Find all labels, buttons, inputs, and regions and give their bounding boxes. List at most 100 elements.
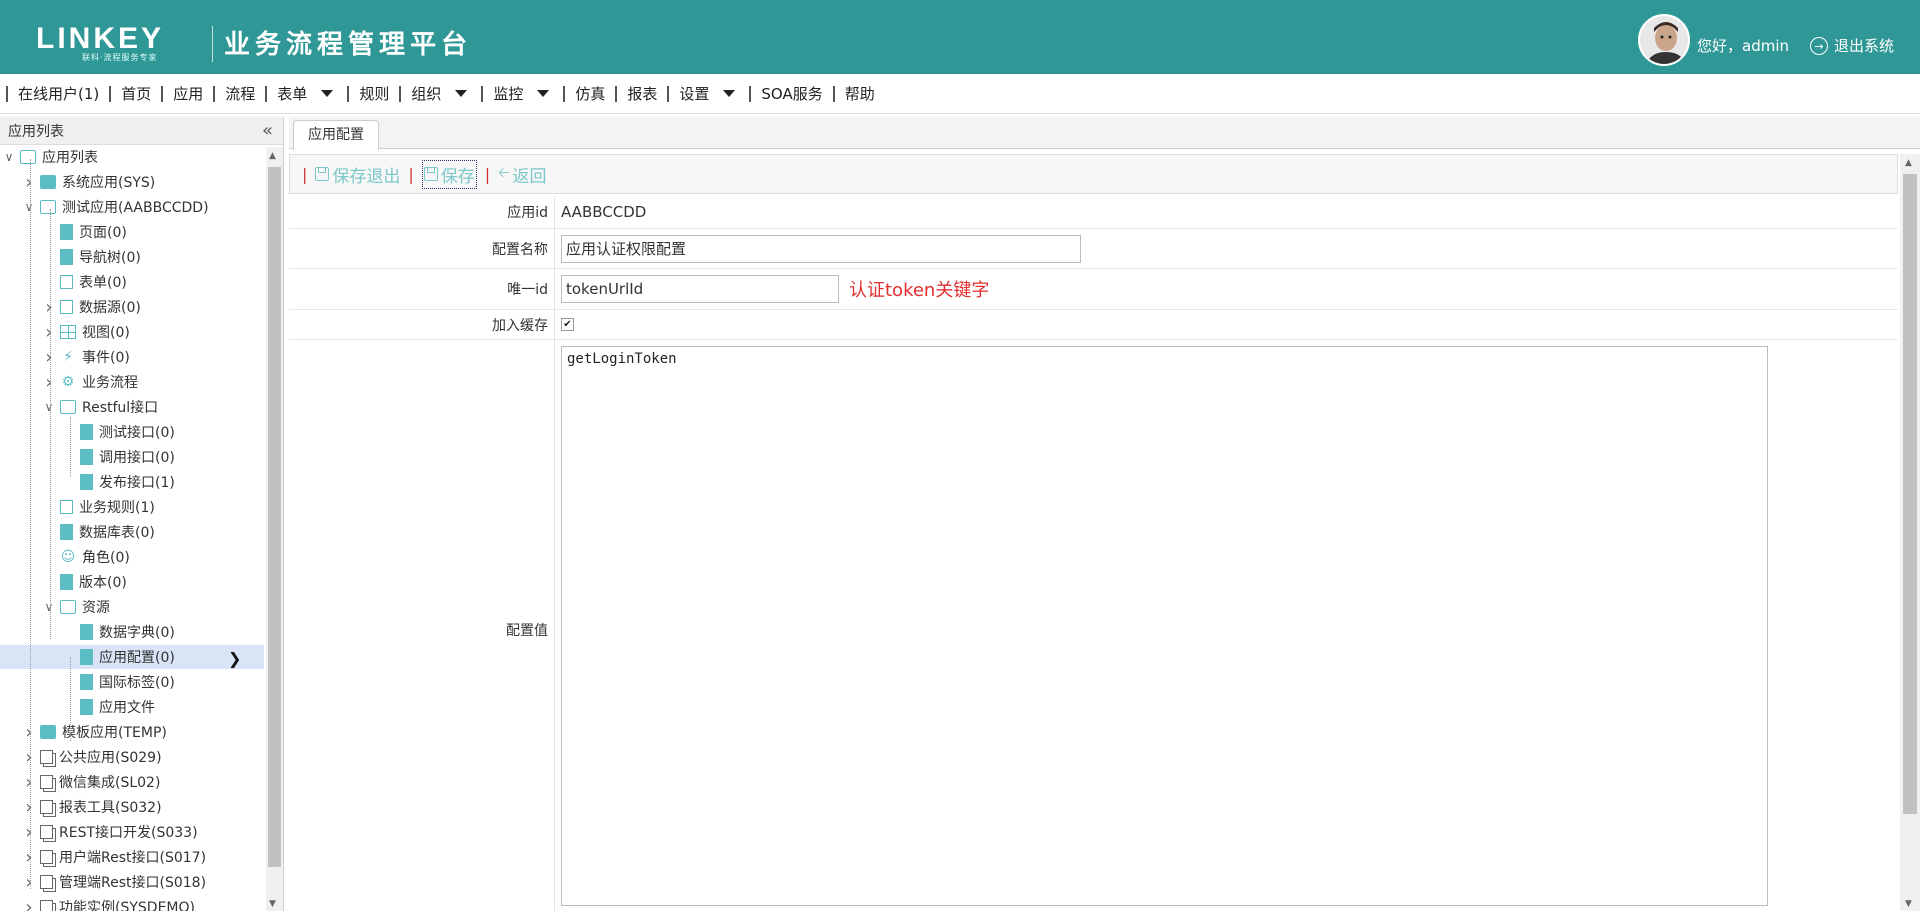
unique-id-input[interactable] (561, 275, 839, 303)
scrollbar-thumb[interactable] (268, 167, 281, 867)
tree-node[interactable]: 数据库表(0) (42, 520, 155, 544)
main-content: 应用配置 | 保存退出 | 保存 | 🡠 返回 应用id AABBCCDD 配置… (289, 117, 1920, 911)
menu-soa[interactable]: SOA服务 (749, 85, 832, 102)
menu-settings[interactable]: 设置 (667, 85, 749, 102)
menu-simulation[interactable]: 仿真 (563, 85, 615, 102)
back-button[interactable]: 🡠 返回 (498, 162, 546, 187)
tree-node[interactable]: › ⚡ 事件(0) (42, 345, 129, 369)
cache-checkbox[interactable]: ✔ (561, 318, 574, 331)
app-id-label: 应用id (289, 196, 555, 228)
logout-button[interactable]: → 退出系统 (1810, 35, 1894, 57)
chevron-right-icon[interactable]: › (22, 897, 36, 911)
chevron-right-icon[interactable]: › (22, 797, 36, 818)
chevron-right-icon[interactable]: › (22, 822, 36, 843)
row-config-name: 配置名称 (289, 229, 1898, 269)
tree-node[interactable]: ∨ 资源 (42, 595, 110, 619)
scroll-up-icon[interactable]: ▲ (269, 151, 276, 161)
tree-node[interactable]: 应用配置(0) ❯ (0, 645, 264, 669)
row-cache: 加入缓存 ✔ (289, 310, 1898, 340)
tree-node[interactable]: › 功能实例(SYSDEMO) (22, 895, 195, 911)
logout-label: 退出系统 (1834, 37, 1895, 55)
chevron-right-icon[interactable]: › (22, 172, 36, 193)
tree-node[interactable]: 导航树(0) (42, 245, 141, 269)
tree-node[interactable]: 应用文件 (62, 695, 155, 719)
menu-org[interactable]: 组织 (399, 85, 481, 102)
chevron-down-icon[interactable]: ∨ (42, 400, 56, 414)
folder-open-icon (40, 200, 56, 214)
tree-node-label: 资源 (82, 600, 110, 616)
tree-node-label: 数据字典(0) (99, 625, 175, 641)
sidebar-header: 应用列表 « (0, 117, 283, 145)
tree-node[interactable]: 国际标签(0) (62, 670, 175, 694)
tree-node-label: 国际标签(0) (99, 675, 175, 691)
chevron-right-icon[interactable]: › (42, 297, 56, 318)
tree-node[interactable]: 表单(0) (42, 270, 127, 294)
chevron-right-icon[interactable]: › (22, 872, 36, 893)
save-button[interactable]: 保存 (421, 159, 477, 189)
tree-node[interactable]: ∨ 应用列表 (2, 147, 98, 169)
scroll-up-icon[interactable]: ▲ (1905, 158, 1912, 168)
app-id-value: AABBCCDD (561, 203, 647, 221)
chevron-down-icon[interactable]: ∨ (2, 150, 16, 164)
tree-node[interactable]: › 模板应用(TEMP) (22, 720, 166, 744)
tree-node[interactable]: › 管理端Rest接口(S018) (22, 870, 206, 894)
avatar[interactable] (1638, 14, 1690, 66)
sidebar-scrollbar[interactable]: ▲ ▼ (266, 147, 283, 911)
tree-node[interactable]: › 用户端Rest接口(S017) (22, 845, 206, 869)
tree-node-label: 页面(0) (79, 225, 127, 241)
config-value-textarea[interactable]: getLoginToken (561, 346, 1768, 906)
menu-reports[interactable]: 报表 (615, 85, 667, 102)
tree-guide-line (50, 209, 51, 639)
content-scrollbar[interactable]: ▲ ▼ (1900, 154, 1920, 911)
collapse-double-left-icon[interactable]: « (262, 120, 273, 141)
chevron-right-icon[interactable]: › (22, 772, 36, 793)
scrollbar-thumb[interactable] (1903, 174, 1917, 814)
tree-node[interactable]: ∨ Restful接口 (42, 395, 158, 419)
chevron-right-icon[interactable]: › (22, 847, 36, 868)
tree-node[interactable]: › REST接口开发(S033) (22, 820, 197, 844)
folder-icon (40, 175, 56, 189)
chevron-down-icon[interactable]: ∨ (42, 600, 56, 614)
tree-node[interactable]: ☺ 角色(0) (42, 545, 130, 569)
tree-node[interactable]: › ⚙ 业务流程 (42, 370, 138, 394)
menu-label: 监控 (493, 84, 524, 103)
tree-node[interactable]: › 公共应用(S029) (22, 745, 161, 769)
bolt-icon: ⚡ (63, 349, 73, 365)
save-icon (315, 167, 330, 181)
tree-node-label: 功能实例(SYSDEMO) (59, 900, 195, 911)
menu-monitor[interactable]: 监控 (481, 84, 563, 103)
chevron-right-icon[interactable]: ❯ (228, 649, 241, 668)
chevron-right-icon[interactable]: › (42, 372, 56, 393)
menu-form[interactable]: 表单 (265, 85, 347, 102)
config-name-input[interactable] (561, 234, 1081, 263)
save-exit-button[interactable]: 保存退出 (315, 162, 400, 187)
tree-node[interactable]: 版本(0) (42, 570, 127, 594)
user-icon: ☺ (60, 549, 76, 565)
tree-node[interactable]: 测试接口(0) (62, 420, 175, 444)
chevron-down-icon[interactable]: ∨ (22, 200, 36, 214)
arrow-left-icon: 🡠 (498, 165, 510, 181)
menu-app[interactable]: 应用 (161, 85, 213, 102)
tree-node[interactable]: 页面(0) (42, 220, 127, 244)
tab-app-config[interactable]: 应用配置 (293, 120, 379, 150)
tree-node[interactable]: › 数据源(0) (42, 295, 140, 319)
tree-node[interactable]: › 视图(0) (42, 320, 129, 344)
menu-home[interactable]: 首页 (109, 85, 161, 102)
scroll-down-icon[interactable]: ▼ (1905, 899, 1912, 909)
tree-node[interactable]: 发布接口(1) (62, 470, 175, 494)
chevron-right-icon[interactable]: › (42, 347, 56, 368)
scroll-down-icon[interactable]: ▼ (269, 899, 276, 909)
chevron-right-icon[interactable]: › (22, 722, 36, 743)
menu-rules[interactable]: 规则 (347, 85, 399, 102)
chevron-right-icon[interactable]: › (22, 747, 36, 768)
tree-node[interactable]: 业务规则(1) (42, 495, 155, 519)
tree-node[interactable]: 数据字典(0) (62, 620, 175, 644)
menu-process[interactable]: 流程 (213, 85, 265, 102)
tree-node[interactable]: › 报表工具(S032) (22, 795, 161, 819)
tree-node[interactable]: 调用接口(0) (62, 445, 175, 469)
menu-online-users[interactable]: 在线用户(1) (6, 85, 109, 102)
tree-node[interactable]: › 系统应用(SYS) (22, 170, 155, 194)
menu-help[interactable]: 帮助 (832, 85, 885, 102)
tree-node[interactable]: › 微信集成(SL02) (22, 770, 160, 794)
chevron-right-icon[interactable]: › (42, 322, 56, 343)
